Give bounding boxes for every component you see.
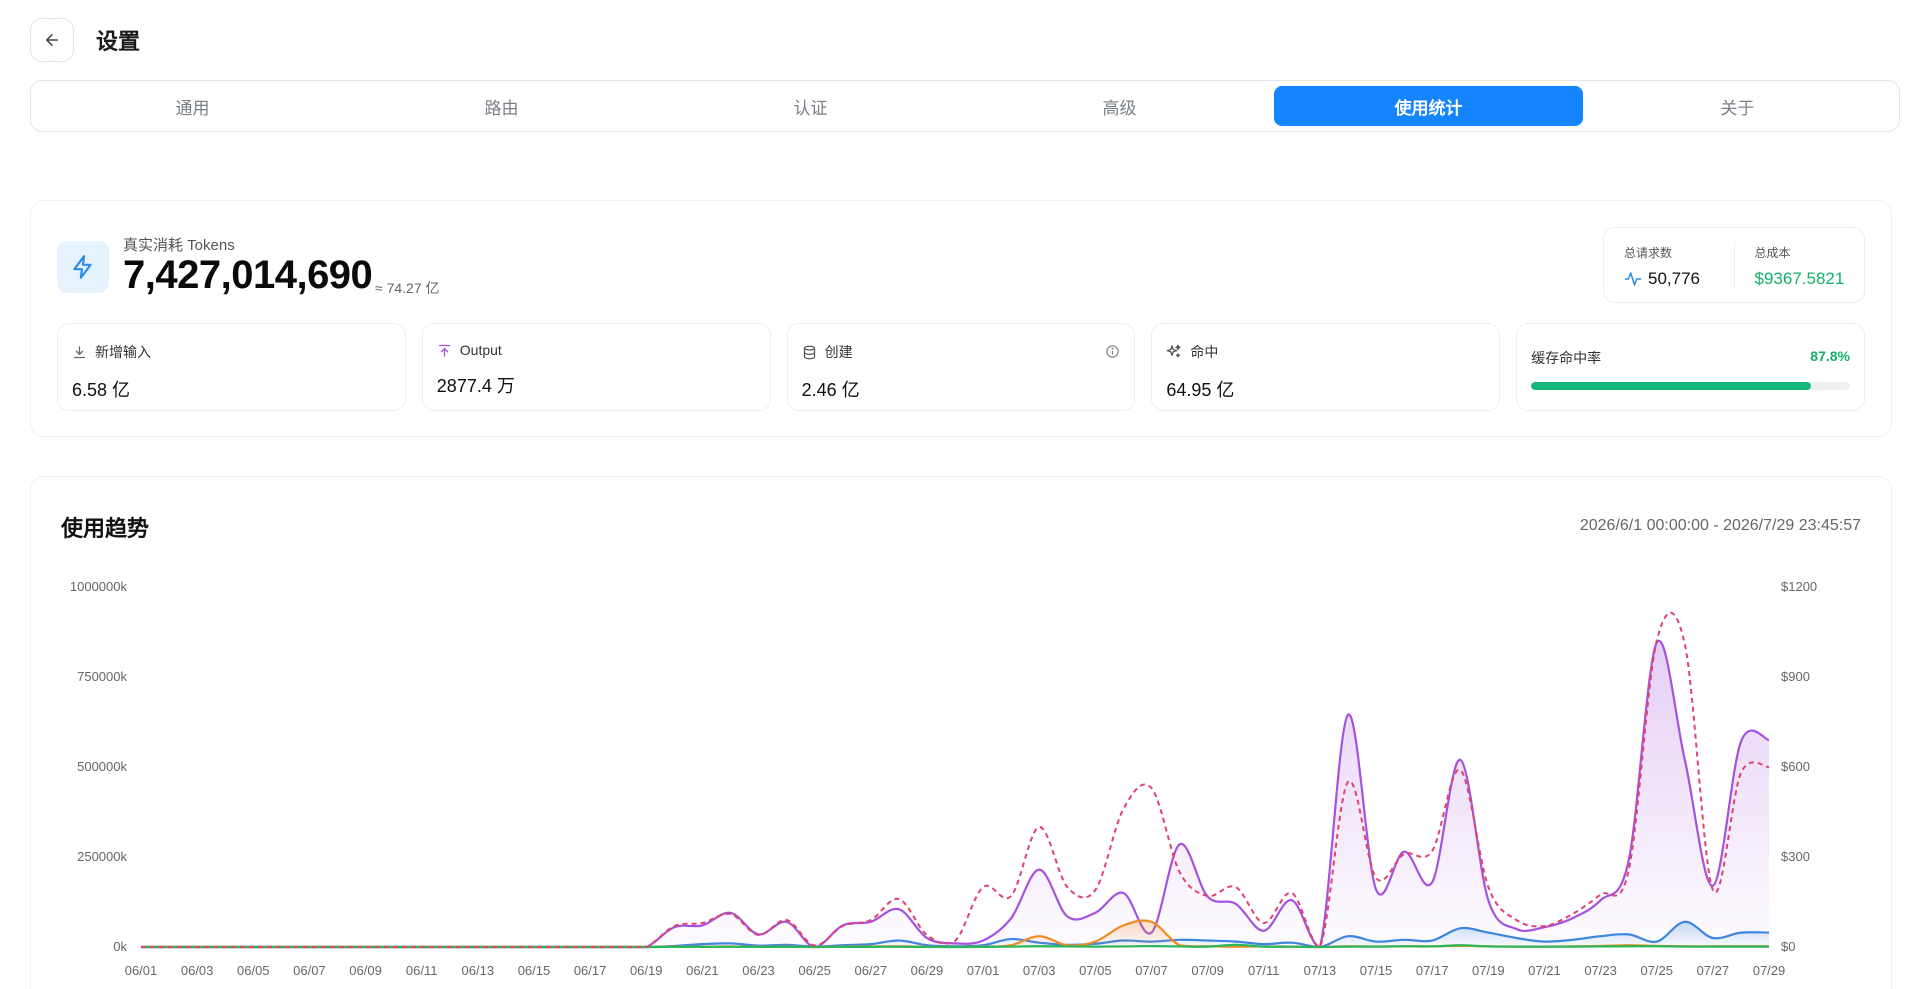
y-right-tick-label: $0 — [1781, 939, 1795, 954]
request-cost-box: 总请求数 50,776 总成本 $9367.5821 — [1603, 227, 1865, 303]
total-requests-row: 50,776 — [1624, 269, 1734, 289]
x-tick-label: 06/17 — [574, 963, 607, 978]
tab-routing[interactable]: 路由 — [347, 86, 656, 126]
total-requests: 总请求数 50,776 — [1604, 228, 1734, 302]
tokens-approx: ≈ 74.27 亿 — [375, 280, 440, 296]
tab-general[interactable]: 通用 — [38, 86, 347, 126]
x-tick-label: 07/07 — [1135, 963, 1168, 978]
x-tick-label: 07/23 — [1584, 963, 1617, 978]
x-tick-label: 07/27 — [1697, 963, 1730, 978]
arrow-left-icon — [46, 34, 58, 46]
bolt-icon — [73, 255, 92, 279]
y-left-tick-label: 750000k — [77, 669, 127, 684]
x-tick-label: 06/25 — [798, 963, 831, 978]
x-tick-label: 07/05 — [1079, 963, 1112, 978]
tab-auth[interactable]: 认证 — [656, 86, 965, 126]
cache-hit-progress-fill — [1531, 382, 1812, 390]
x-tick-label: 06/13 — [462, 963, 495, 978]
cache-hit-value: 87.8% — [1810, 348, 1850, 364]
x-tick-label: 06/03 — [181, 963, 214, 978]
page-title: 设置 — [96, 29, 141, 54]
stat-create: 创建 2.46 亿 — [786, 323, 1136, 411]
upload-icon — [438, 344, 450, 357]
x-tick-label: 07/15 — [1360, 963, 1393, 978]
download-icon — [73, 345, 86, 358]
tokens-value: 7,427,014,690 — [123, 253, 373, 297]
cache-hit-rate: 缓存命中率 87.8% — [1516, 323, 1865, 411]
y-right-tick-label: $600 — [1781, 759, 1810, 774]
y-left-tick-label: 0k — [113, 939, 127, 954]
x-tick-label: 06/23 — [742, 963, 775, 978]
stat-output-label: Output — [459, 342, 502, 358]
series-line-4 — [141, 611, 1770, 948]
tab-advanced[interactable]: 高级 — [965, 86, 1274, 126]
tab-usage-stats[interactable]: 使用统计 — [1274, 86, 1583, 126]
settings-tabs: 通用 路由 认证 高级 使用统计 关于 — [30, 80, 1900, 132]
stat-hit-value: 64.95 亿 — [1166, 380, 1235, 400]
usage-trend-card: 使用趋势 2026/6/1 00:00:00 - 2026/7/29 23:45… — [30, 476, 1892, 989]
y-left-tick-label: 250000k — [77, 849, 127, 864]
stat-new-input: 新增输入 6.58 亿 — [57, 323, 406, 411]
cache-hit-label: 缓存命中率 — [1531, 350, 1602, 366]
database-icon — [803, 345, 815, 359]
x-tick-label: 06/27 — [855, 963, 888, 978]
y-left-tick-label: 500000k — [77, 759, 127, 774]
x-tick-label: 07/17 — [1416, 963, 1449, 978]
series-line-0 — [141, 639, 1770, 949]
total-cost-label: 总成本 — [1754, 246, 1791, 260]
total-requests-value: 50,776 — [1648, 269, 1700, 288]
x-tick-label: 06/21 — [686, 963, 719, 978]
x-tick-label: 06/05 — [237, 963, 270, 978]
stat-output: Output 2877.4 万 — [421, 323, 771, 411]
y-right-tick-label: $1200 — [1781, 579, 1817, 594]
usage-trend-chart: 0k 250000k 500000k 750000k 1000000k $0 $300 $60… — [70, 579, 1817, 978]
total-cost: 总成本 $9367.5821 — [1733, 242, 1865, 288]
bolt-icon-box — [57, 241, 109, 293]
total-requests-label: 总请求数 — [1624, 246, 1673, 260]
stat-hit: 命中 64.95 亿 — [1151, 323, 1501, 411]
y-right-tick-label: $900 — [1781, 669, 1810, 684]
x-tick-label: 06/19 — [630, 963, 663, 978]
x-tick-label: 06/11 — [406, 963, 438, 978]
x-tick-label: 06/09 — [349, 963, 382, 978]
x-tick-label: 06/29 — [911, 963, 944, 978]
y-left-tick-label: 1000000k — [70, 579, 128, 594]
stat-new-input-label: 新增输入 — [95, 344, 151, 360]
stat-create-label: 创建 — [824, 344, 853, 360]
activity-icon — [1624, 272, 1642, 286]
series-area-0 — [141, 640, 1769, 947]
tokens-label: 真实消耗 Tokens — [123, 237, 235, 254]
stat-new-input-value: 6.58 亿 — [72, 380, 131, 400]
top-bar: 设置 — [30, 18, 140, 62]
y-right-tick-label: $300 — [1781, 849, 1810, 864]
x-tick-label: 07/21 — [1528, 963, 1561, 978]
tab-about[interactable]: 关于 — [1583, 86, 1892, 126]
back-button[interactable] — [30, 18, 74, 62]
x-tick-label: 07/11 — [1248, 963, 1280, 978]
total-cost-value: $9367.5821 — [1754, 269, 1845, 288]
info-icon[interactable] — [1105, 344, 1120, 359]
x-tick-label: 06/07 — [293, 963, 326, 978]
cache-hit-progress-track — [1531, 382, 1850, 390]
stat-hit-label: 命中 — [1190, 344, 1219, 360]
x-tick-label: 07/03 — [1023, 963, 1056, 978]
x-tick-label: 07/25 — [1640, 963, 1673, 978]
x-tick-label: 07/01 — [967, 963, 1000, 978]
x-tick-label: 06/01 — [125, 963, 158, 978]
x-tick-label: 07/19 — [1472, 963, 1505, 978]
stat-output-value: 2877.4 万 — [436, 376, 515, 396]
token-breakdown: 新增输入 6.58 亿 Output 2877.4 万 创建 2.46 亿 命中 — [57, 323, 1865, 411]
usage-summary-card: 真实消耗 Tokens 7,427,014,690 ≈ 74.27 亿 总请求数… — [30, 200, 1892, 437]
x-tick-label: 07/29 — [1753, 963, 1786, 978]
sparkle-icon — [1167, 344, 1182, 358]
x-tick-label: 06/15 — [518, 963, 551, 978]
stat-create-value: 2.46 亿 — [801, 380, 860, 400]
x-tick-label: 07/09 — [1191, 963, 1224, 978]
x-tick-label: 07/13 — [1304, 963, 1337, 978]
